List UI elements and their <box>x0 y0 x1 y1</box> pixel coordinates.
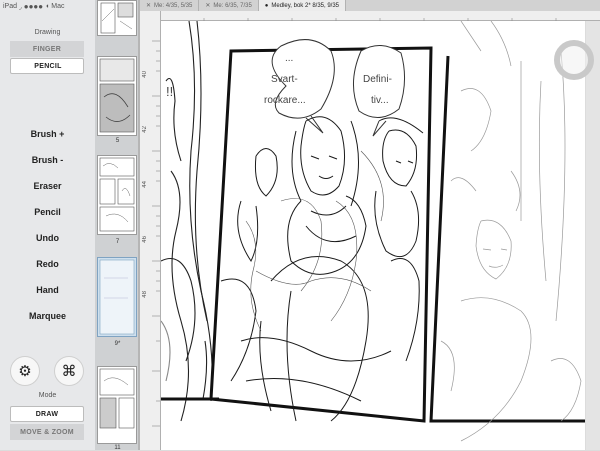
link-icon: ◖ <box>45 3 50 10</box>
bubble-text-line: rockare... <box>264 95 306 106</box>
command-key-icon: ⌘ <box>61 363 77 380</box>
document-tab-active[interactable]: ● Medley, bok 2* 8/35, 9/35 <box>258 0 347 11</box>
eraser-button[interactable]: Eraser <box>0 173 95 199</box>
gear-icon: ⚙ <box>18 363 32 380</box>
bubble-text-line: tiv... <box>371 95 389 106</box>
drawing-canvas[interactable]: !! ... Svart- rockare... Defini- tiv... <box>161 21 585 450</box>
hand-button[interactable]: Hand <box>0 277 95 303</box>
document-tab[interactable]: ✕ Me: 6/35, 7/35 <box>199 0 259 11</box>
computer-label: Mac <box>51 3 65 10</box>
brush-minus-button[interactable]: Brush - <box>0 147 95 173</box>
vertical-ruler: 40 42 44 46 48 <box>140 11 161 450</box>
ruler-number: 48 <box>142 291 148 298</box>
undo-button[interactable]: Undo <box>0 225 95 251</box>
finger-mode-button[interactable]: FINGER <box>10 41 84 57</box>
shortcut-button[interactable]: ⌘ <box>54 356 84 386</box>
move-zoom-mode-button[interactable]: MOVE & ZOOM <box>10 424 84 440</box>
page-thumbnail[interactable] <box>97 0 137 36</box>
thumbnail-page-number: 9* <box>114 341 121 347</box>
speech-bubble: Defini- tiv... <box>353 45 405 137</box>
thumbnail-page-number: 5 <box>115 138 120 144</box>
wifi-icon: ◞ <box>19 3 22 11</box>
close-tab-icon[interactable]: ● <box>265 3 269 9</box>
redo-button[interactable]: Redo <box>0 251 95 277</box>
canvas-vertical-scrollbar[interactable] <box>586 21 600 450</box>
pencil-mode-label: PENCIL <box>34 62 62 70</box>
page-thumbnail-selected[interactable] <box>97 257 137 337</box>
ruler-number: 40 <box>142 71 148 78</box>
close-tab-icon[interactable]: ✕ <box>205 2 210 9</box>
page-thumbnail-strip: 5 7 9* 11 <box>95 0 140 451</box>
document-tab[interactable]: ✕ Me: 4/35, 5/35 <box>140 0 200 11</box>
drawing-section-label: Drawing <box>34 29 61 36</box>
pencil-mode-button[interactable]: PENCIL <box>10 58 84 74</box>
right-panel-sketch <box>440 21 582 442</box>
page-thumbnail[interactable] <box>97 56 137 136</box>
ruler-number: 44 <box>142 181 148 188</box>
page-thumbnail[interactable] <box>97 366 137 444</box>
draw-mode-button[interactable]: DRAW <box>10 406 84 422</box>
bubble-text-line: Defini- <box>363 74 392 85</box>
partial-left-text: !! <box>166 84 173 99</box>
command-list: Brush + Brush - Eraser Pencil Undo Redo … <box>0 121 95 329</box>
bubble-text-line: ... <box>285 53 293 64</box>
thumbnail-page-number: 11 <box>114 445 121 451</box>
marquee-button[interactable]: Marquee <box>0 303 95 329</box>
ruler-number: 42 <box>142 126 148 133</box>
pencil-button[interactable]: Pencil <box>0 199 95 225</box>
thumbnail-page-number: 7 <box>115 239 120 245</box>
close-tab-icon[interactable]: ✕ <box>146 2 151 9</box>
character-sketches <box>220 116 424 422</box>
horizontal-ruler <box>159 11 600 24</box>
mode-section-label: Mode <box>38 392 57 399</box>
page-thumbnail[interactable] <box>97 155 137 235</box>
left-panel-sketch <box>161 21 219 422</box>
device-label: iPad <box>3 3 18 10</box>
speech-bubble: ... Svart- rockare... <box>264 39 335 134</box>
ruler-number: 46 <box>142 236 148 243</box>
tab-label: Medley, bok 2* 8/35, 9/35 <box>271 2 340 9</box>
scroll-ring-handle[interactable] <box>554 40 594 80</box>
astropad-sidebar: iPad ◞ ●●●● ◖ Mac Drawing FINGER PENCIL … <box>0 0 96 450</box>
status-bar: iPad ◞ ●●●● ◖ Mac <box>3 2 65 11</box>
brush-plus-button[interactable]: Brush + <box>0 121 95 147</box>
tab-label: Me: 6/35, 7/35 <box>213 2 252 9</box>
signal-dots-icon: ●●●● <box>23 2 44 11</box>
tab-label: Me: 4/35, 5/35 <box>154 2 193 9</box>
settings-button[interactable]: ⚙ <box>10 356 40 386</box>
bubble-text-line: Svart- <box>271 74 298 85</box>
